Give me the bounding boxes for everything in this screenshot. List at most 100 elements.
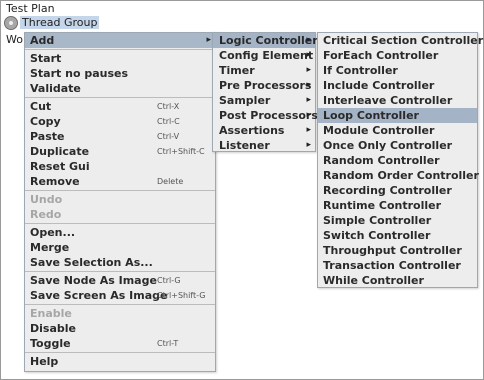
menu-item-label: Once Only Controller (323, 139, 453, 152)
menu-item-copy[interactable]: Copy Ctrl-C (25, 114, 215, 129)
menu-item-label: Save Screen As Image (30, 289, 168, 302)
logic-item-runtime-controller[interactable]: Runtime Controller (318, 198, 477, 213)
add-item-post-processors[interactable]: Post Processors ▸ (213, 108, 318, 123)
menu-item-label: Critical Section Controller (323, 34, 484, 47)
menu-item-label: Toggle (30, 337, 71, 350)
menu-item-start-no-pauses[interactable]: Start no pauses (25, 66, 215, 81)
menu-separator (25, 49, 215, 50)
add-submenu: Logic Controller ▸ Config Element ▸ Timer ▸ Pr… (212, 32, 318, 153)
tree-node-thread-group[interactable]: Thread Group (20, 16, 100, 29)
menu-item-undo: Undo (25, 192, 215, 207)
logic-controller-submenu: Critical Section Controller ForEach Contr… (317, 32, 483, 288)
menu-item-shortcut: Ctrl-V (157, 132, 180, 141)
add-item-listener[interactable]: Listener ▸ (213, 138, 315, 153)
menu-item-paste[interactable]: Paste Ctrl-V (25, 129, 215, 144)
add-item-pre-processors[interactable]: Pre Processors ▸ (213, 78, 315, 93)
add-item-assertions[interactable]: Assertions ▸ (213, 123, 315, 138)
menu-item-label: Module Controller (323, 124, 435, 137)
menu-item-toggle[interactable]: Toggle Ctrl-T (25, 336, 215, 351)
logic-item-random-controller[interactable]: Random Controller (318, 153, 477, 168)
menu-item-label: Config Element (219, 49, 314, 62)
menu-item-shortcut: Ctrl+Shift-G (157, 291, 206, 300)
logic-item-random-order-controller[interactable]: Random Order Controller (318, 168, 479, 183)
menu-item-label: Interleave Controller (323, 94, 453, 107)
menu-item-label: Save Node As Image (30, 274, 157, 287)
submenu-arrow-icon: ▸ (306, 80, 311, 90)
menu-item-label: If Controller (323, 64, 398, 77)
menu-item-label: Timer (219, 64, 255, 77)
menu-item-label: Redo (30, 208, 62, 221)
menu-item-label: Listener (219, 139, 270, 152)
logic-item-transaction-controller[interactable]: Transaction Controller (318, 258, 477, 273)
logic-item-loop-controller[interactable]: Loop Controller (318, 108, 477, 123)
logic-item-recording-controller[interactable]: Recording Controller (318, 183, 477, 198)
menu-item-label: Loop Controller (323, 109, 419, 122)
logic-item-while-controller[interactable]: While Controller (318, 273, 477, 288)
menu-item-cut[interactable]: Cut Ctrl-X (25, 99, 215, 114)
menu-item-help[interactable]: Help (25, 354, 215, 369)
logic-item-if-controller[interactable]: If Controller (318, 63, 477, 78)
menu-item-merge[interactable]: Merge (25, 240, 215, 255)
menu-item-open[interactable]: Open... (25, 225, 215, 240)
menu-item-validate[interactable]: Validate (25, 81, 215, 96)
menu-item-label: Reset Gui (30, 160, 90, 173)
menu-item-label: Undo (30, 193, 63, 206)
logic-item-interleave-controller[interactable]: Interleave Controller (318, 93, 477, 108)
add-item-timer[interactable]: Timer ▸ (213, 63, 315, 78)
menu-item-start[interactable]: Start (25, 51, 215, 66)
menu-item-label: Simple Controller (323, 214, 432, 227)
tree-node-test-plan[interactable]: Test Plan (6, 2, 55, 15)
add-item-logic-controller[interactable]: Logic Controller ▸ (213, 33, 318, 48)
menu-item-label: Switch Controller (323, 229, 431, 242)
menu-item-disable[interactable]: Disable (25, 321, 215, 336)
menu-item-add[interactable]: Add ▸ (25, 33, 215, 48)
submenu-arrow-icon: ▸ (306, 65, 311, 75)
menu-item-label: Copy (30, 115, 61, 128)
logic-item-throughput-controller[interactable]: Throughput Controller (318, 243, 477, 258)
menu-item-save-screen-as-image[interactable]: Save Screen As Image Ctrl+Shift-G (25, 288, 215, 303)
logic-item-include-controller[interactable]: Include Controller (318, 78, 477, 93)
menu-separator (25, 271, 215, 272)
menu-item-label: Include Controller (323, 79, 435, 92)
menu-item-label: Duplicate (30, 145, 90, 158)
menu-item-shortcut: Delete (157, 177, 184, 186)
menu-separator (25, 190, 215, 191)
menu-item-shortcut: Ctrl-C (157, 117, 180, 126)
menu-separator (25, 352, 215, 353)
menu-item-label: Random Controller (323, 154, 440, 167)
logic-item-foreach-controller[interactable]: ForEach Controller (318, 48, 477, 63)
add-item-config-element[interactable]: Config Element ▸ (213, 48, 315, 63)
menu-separator (25, 97, 215, 98)
logic-item-switch-controller[interactable]: Switch Controller (318, 228, 477, 243)
logic-item-simple-controller[interactable]: Simple Controller (318, 213, 477, 228)
menu-item-label: While Controller (323, 274, 424, 287)
menu-item-label: Cut (30, 100, 52, 113)
menu-item-label: Transaction Controller (323, 259, 461, 272)
menu-item-reset-gui[interactable]: Reset Gui (25, 159, 215, 174)
menu-item-label: Sampler (219, 94, 271, 107)
menu-item-duplicate[interactable]: Duplicate Ctrl+Shift-C (25, 144, 215, 159)
menu-item-label: Post Processors (219, 109, 318, 122)
menu-separator (25, 304, 215, 305)
menu-item-label: Disable (30, 322, 76, 335)
menu-item-save-selection-as[interactable]: Save Selection As... (25, 255, 215, 270)
menu-item-save-node-as-image[interactable]: Save Node As Image Ctrl-G (25, 273, 215, 288)
menu-item-label: Remove (30, 175, 80, 188)
logic-item-once-only-controller[interactable]: Once Only Controller (318, 138, 477, 153)
menu-item-remove[interactable]: Remove Delete (25, 174, 215, 189)
logic-item-module-controller[interactable]: Module Controller (318, 123, 477, 138)
menu-item-label: Add (30, 34, 55, 47)
submenu-arrow-icon: ▸ (306, 50, 311, 60)
menu-item-label: ForEach Controller (323, 49, 439, 62)
submenu-arrow-icon: ▸ (206, 35, 211, 45)
menu-item-label: Random Order Controller (323, 169, 479, 182)
logic-item-critical-section-controller[interactable]: Critical Section Controller (318, 33, 483, 48)
menu-separator (25, 223, 215, 224)
menu-item-label: Help (30, 355, 59, 368)
menu-item-label: Logic Controller (219, 34, 318, 47)
menu-item-label: Throughput Controller (323, 244, 462, 257)
menu-item-label: Assertions (219, 124, 285, 137)
menu-item-label: Enable (30, 307, 72, 320)
context-menu: Add ▸ Start Start no pauses Validate Cut Ctrl-… (24, 32, 216, 372)
add-item-sampler[interactable]: Sampler ▸ (213, 93, 315, 108)
